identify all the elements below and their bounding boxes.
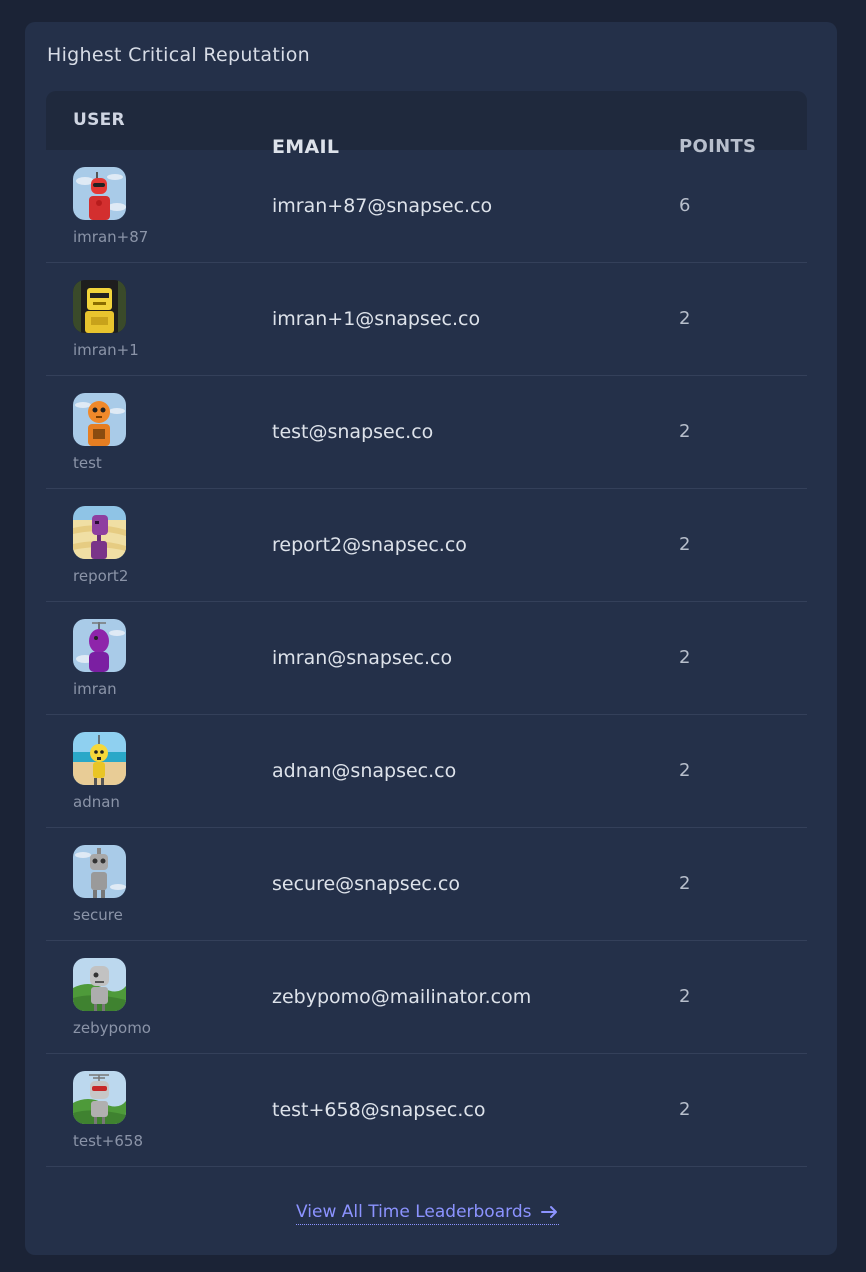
yellow-robot-avatar[interactable]	[73, 732, 126, 785]
points-value: 2	[679, 1099, 691, 1120]
table-header: USER EMAIL POINTS	[46, 91, 807, 158]
email-value: imran@snapsec.co	[272, 647, 453, 669]
view-all-leaderboards-link[interactable]: View All Time Leaderboards	[296, 1202, 560, 1225]
email-value: imran+87@snapsec.co	[272, 195, 493, 217]
email-value: zebypomo@mailinator.com	[272, 986, 532, 1008]
email-value: test@snapsec.co	[272, 421, 434, 443]
points-value: 2	[679, 534, 691, 555]
email-value: secure@snapsec.co	[272, 873, 460, 895]
email-value: adnan@snapsec.co	[272, 760, 457, 782]
username: secure	[73, 906, 123, 924]
view-all-leaderboards-label: View All Time Leaderboards	[296, 1202, 532, 1222]
leaderboard-table: USER EMAIL POINTS imran+87 imran+87@snap…	[46, 91, 807, 1184]
orange-robot-avatar[interactable]	[73, 393, 126, 446]
table-row: secure secure@snapsec.co 2	[46, 828, 807, 941]
red-robot-avatar[interactable]	[73, 167, 126, 220]
username: adnan	[73, 793, 120, 811]
points-value: 2	[679, 308, 691, 329]
grey-robot-avatar[interactable]	[73, 958, 126, 1011]
table-row: imran+87 imran+87@snapsec.co 6	[46, 150, 807, 263]
points-value: 6	[679, 195, 691, 216]
table-row: report2 report2@snapsec.co 2	[46, 489, 807, 602]
username: imran+1	[73, 341, 139, 359]
username: test+658	[73, 1132, 144, 1150]
points-value: 2	[679, 986, 691, 1007]
points-value: 2	[679, 647, 691, 668]
arrow-right-icon	[541, 1205, 559, 1219]
username: report2	[73, 567, 129, 585]
table-row: test test@snapsec.co 2	[46, 376, 807, 489]
purple-robot-avatar[interactable]	[73, 506, 126, 559]
leaderboard-card: Highest Critical Reputation USER EMAIL P…	[25, 22, 837, 1255]
table-row: test+658 test+658@snapsec.co 2	[46, 1054, 807, 1167]
email-value: imran+1@snapsec.co	[272, 308, 481, 330]
table-row: imran imran@snapsec.co 2	[46, 602, 807, 715]
username: zebypomo	[73, 1019, 151, 1037]
username: imran	[73, 680, 117, 698]
card-title: Highest Critical Reputation	[47, 44, 310, 66]
points-value: 2	[679, 421, 691, 442]
email-value: report2@snapsec.co	[272, 534, 467, 556]
username: test	[73, 454, 102, 472]
table-row: imran+1 imran+1@snapsec.co 2	[46, 263, 807, 376]
table-row: zebypomo zebypomo@mailinator.com 2	[46, 941, 807, 1054]
purple-robot-avatar[interactable]	[73, 619, 126, 672]
email-value: test+658@snapsec.co	[272, 1099, 486, 1121]
grey-robot-avatar[interactable]	[73, 1071, 126, 1124]
yellow-robot-avatar[interactable]	[73, 280, 126, 333]
grey-robot-avatar[interactable]	[73, 845, 126, 898]
table-row	[46, 1167, 807, 1184]
points-value: 2	[679, 760, 691, 781]
table-row: adnan adnan@snapsec.co 2	[46, 715, 807, 828]
username: imran+87	[73, 228, 149, 246]
points-value: 2	[679, 873, 691, 894]
column-header-user: USER	[73, 110, 125, 130]
